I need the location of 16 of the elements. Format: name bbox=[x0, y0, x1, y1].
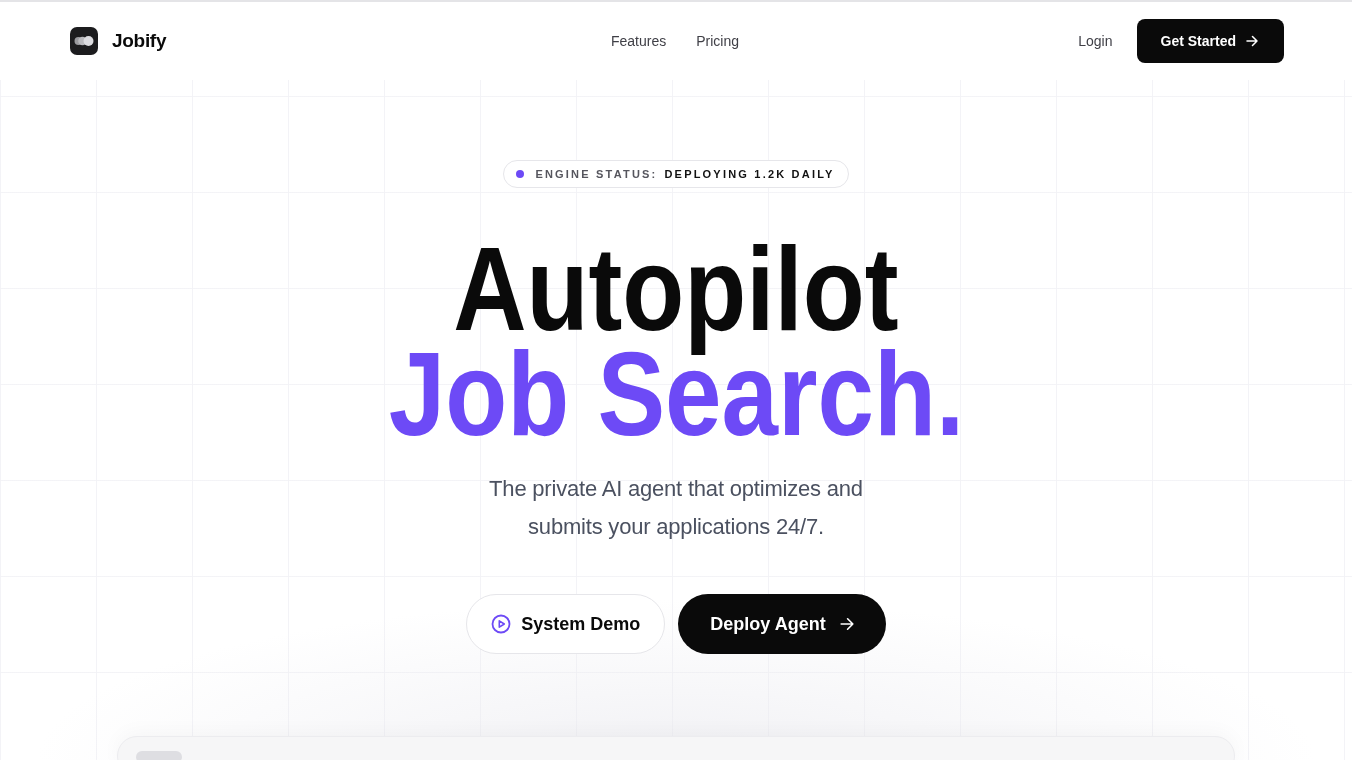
hero-subtitle: The private AI agent that optimizes and submits your applications 24/7. bbox=[488, 475, 864, 541]
brand-name: Jobify bbox=[112, 30, 167, 52]
login-link[interactable]: Login bbox=[1078, 33, 1113, 49]
get-started-button[interactable]: Get Started bbox=[1136, 19, 1284, 63]
nav-link[interactable]: Pricing bbox=[696, 33, 740, 49]
status-label: ENGINE STATUS: bbox=[535, 168, 658, 180]
deploy-agent-button[interactable]: Deploy Agent bbox=[678, 594, 886, 654]
system-demo-button[interactable]: System Demo bbox=[466, 594, 666, 654]
placeholder-block bbox=[136, 751, 182, 760]
play-icon bbox=[491, 614, 512, 634]
status-value: DEPLOYING 1.2K DAILY bbox=[664, 168, 835, 180]
arrow-right-icon bbox=[839, 617, 854, 631]
logo-icon bbox=[70, 27, 98, 55]
nav-link[interactable]: Features bbox=[611, 33, 667, 49]
arrow-right-icon bbox=[1246, 35, 1258, 47]
status-dot-icon bbox=[516, 170, 525, 178]
